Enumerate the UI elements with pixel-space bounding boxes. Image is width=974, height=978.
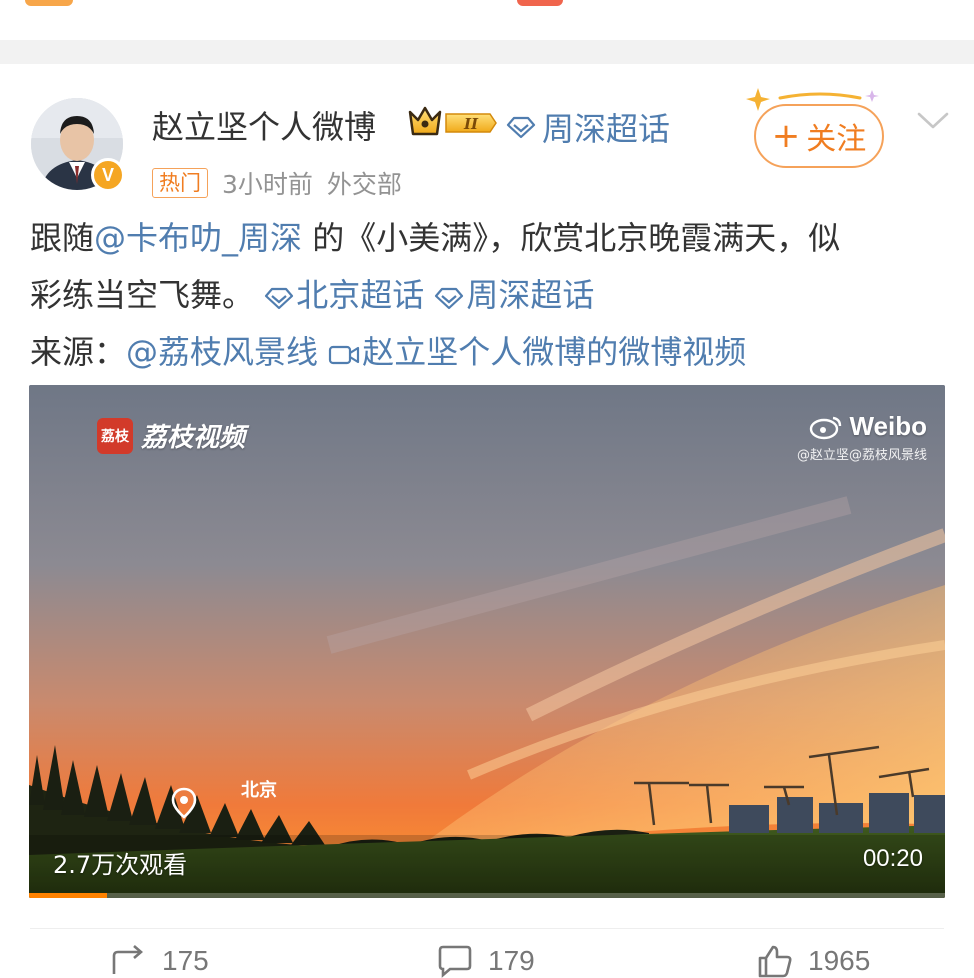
post-text-segment: 跟随 bbox=[30, 219, 95, 257]
verified-v-icon: V bbox=[91, 158, 125, 192]
hot-tag: 热门 bbox=[152, 168, 208, 198]
video-location: 北京 bbox=[171, 780, 277, 819]
feed-separator bbox=[0, 40, 974, 64]
repost-icon bbox=[112, 945, 143, 974]
previous-item-tag bbox=[25, 0, 73, 6]
source-label: 来源： bbox=[30, 333, 127, 371]
view-count: 2.7万次观看 bbox=[53, 851, 188, 879]
topic-label: 周深超话 bbox=[466, 276, 595, 314]
video-watermark-right: Weibo @赵立坚@荔枝风景线 bbox=[797, 411, 927, 463]
super-topic-link[interactable]: 周深超话 bbox=[506, 104, 670, 150]
like-count: 1965 bbox=[808, 945, 871, 976]
like-button[interactable]: 1965 bbox=[756, 944, 870, 978]
mention-link[interactable]: @卡布叻_周深 bbox=[94, 219, 302, 257]
post-time: 3小时前 bbox=[222, 170, 313, 199]
post-text: 跟随@卡布叻_周深 的《小美满》，欣赏北京晚霞满天，似 彩练当空飞舞。 北京超话… bbox=[30, 210, 945, 381]
follow-label: 关注 bbox=[806, 122, 867, 157]
super-topic-icon bbox=[265, 287, 294, 310]
super-topic-icon bbox=[506, 116, 536, 139]
like-icon bbox=[758, 945, 792, 978]
post-meta: 热门 3小时前 外交部 bbox=[152, 165, 402, 201]
follow-plus: + bbox=[771, 116, 801, 156]
chevron-down-icon[interactable] bbox=[916, 108, 950, 132]
repost-count: 175 bbox=[162, 945, 209, 976]
topic-link-beijing[interactable]: 北京超话 bbox=[264, 276, 434, 314]
crown-badge-text: II bbox=[463, 115, 479, 133]
watermark-brand-text: Weibo bbox=[849, 411, 927, 441]
video-link-icon bbox=[329, 345, 360, 365]
weibo-watermark: Weibo bbox=[797, 411, 927, 442]
topic-label: 北京超话 bbox=[296, 276, 425, 314]
follow-button[interactable]: + 关注 bbox=[754, 104, 884, 168]
video-link-label: 赵立坚个人微博的微博视频 bbox=[362, 333, 747, 371]
video-duration: 00:20 bbox=[862, 845, 923, 872]
video-progress-bar[interactable] bbox=[29, 893, 945, 898]
video-player[interactable]: 荔枝 荔枝视频 Weibo @赵立坚@荔枝风景线 北京 2.7万次观看 00:2… bbox=[29, 385, 945, 898]
post-text-segment: 的《小美满》，欣赏北京晚霞满天，似 bbox=[302, 219, 841, 257]
video-watermark-left: 荔枝 荔枝视频 bbox=[97, 417, 245, 454]
video-progress-fill bbox=[29, 893, 107, 898]
video-link[interactable]: 赵立坚个人微博的微博视频 bbox=[328, 333, 746, 371]
watermark-sub-text: @赵立坚@荔枝风景线 bbox=[796, 448, 927, 463]
previous-item-tag bbox=[517, 0, 563, 6]
watermark-text: 荔枝视频 bbox=[141, 423, 246, 453]
location-pin-icon bbox=[171, 787, 197, 819]
weibo-logo-icon bbox=[810, 416, 842, 439]
super-topic-icon bbox=[435, 287, 464, 310]
post-source: 外交部 bbox=[326, 170, 402, 199]
crown-badge-icon[interactable]: II bbox=[406, 104, 498, 146]
action-divider bbox=[30, 928, 944, 929]
super-topic-label: 周深超话 bbox=[542, 110, 671, 148]
location-label: 北京 bbox=[241, 780, 277, 801]
source-mention-link[interactable]: @荔枝风景线 bbox=[126, 333, 318, 371]
topic-link-zhoushen[interactable]: 周深超话 bbox=[434, 276, 594, 314]
post-text-line-1: 跟随@卡布叻_周深 的《小美满》，欣赏北京晚霞满天，似 bbox=[30, 210, 945, 267]
comment-count: 179 bbox=[488, 945, 535, 976]
comment-icon bbox=[438, 945, 472, 978]
comment-button[interactable]: 179 bbox=[436, 944, 535, 978]
watermark-logo: 荔枝 bbox=[97, 417, 133, 454]
post-text-segment: 彩练当空飞舞。 bbox=[30, 276, 255, 314]
repost-button[interactable]: 175 bbox=[110, 944, 209, 978]
previous-item-remnant bbox=[0, 0, 974, 40]
post-text-line-3: 来源：@荔枝风景线 赵立坚个人微博的微博视频 bbox=[30, 324, 945, 381]
author-name[interactable]: 赵立坚个人微博 bbox=[152, 102, 376, 148]
post-text-line-2: 彩练当空飞舞。 北京超话 周深超话 bbox=[30, 267, 945, 324]
